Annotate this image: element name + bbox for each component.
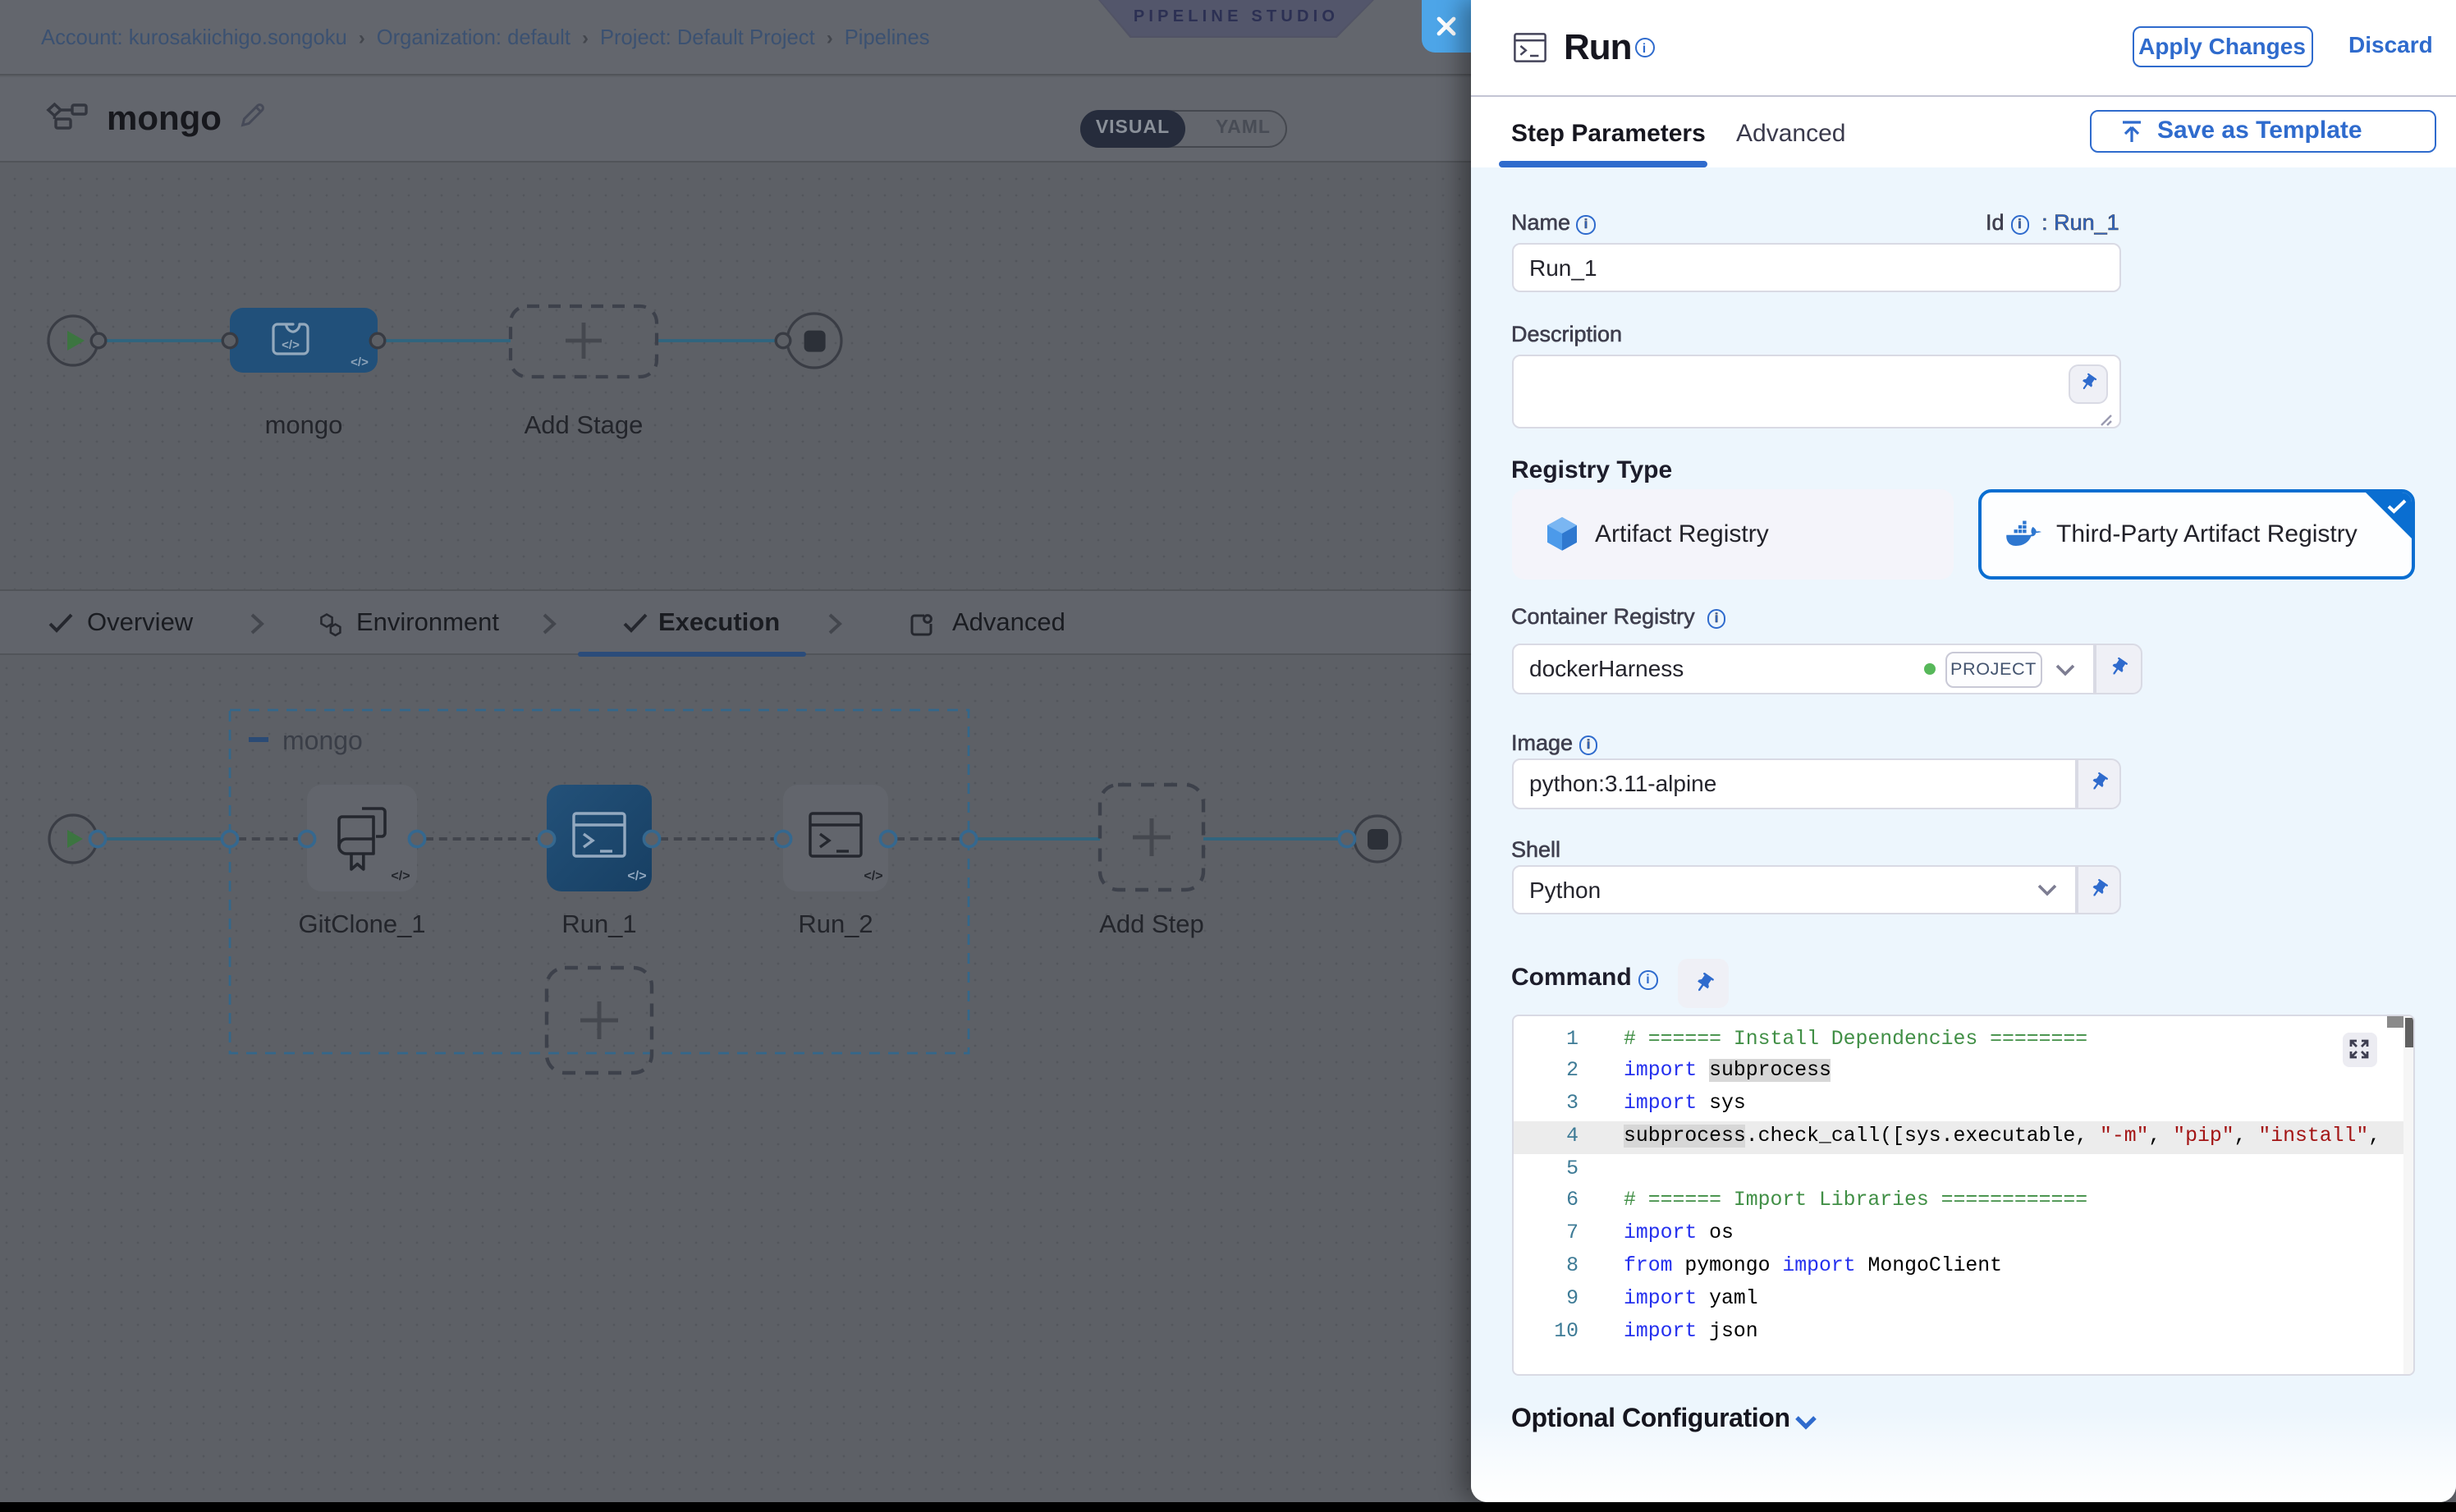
svg-text:</>: </> [351,355,369,369]
svg-text:mongo: mongo [265,410,343,439]
svg-text:Add Stage: Add Stage [525,410,644,439]
svg-text:Add Step: Add Step [1099,909,1204,938]
svg-text:Run_2: Run_2 [798,909,873,938]
svg-text:Run_1: Run_1 [561,909,636,938]
svg-text:</>: </> [391,869,410,883]
svg-text:</>: </> [627,869,646,883]
svg-text:</>: </> [282,338,300,352]
svg-text:mongo: mongo [282,726,363,755]
svg-text:GitClone_1: GitClone_1 [298,909,425,938]
svg-text:</>: </> [864,869,882,883]
